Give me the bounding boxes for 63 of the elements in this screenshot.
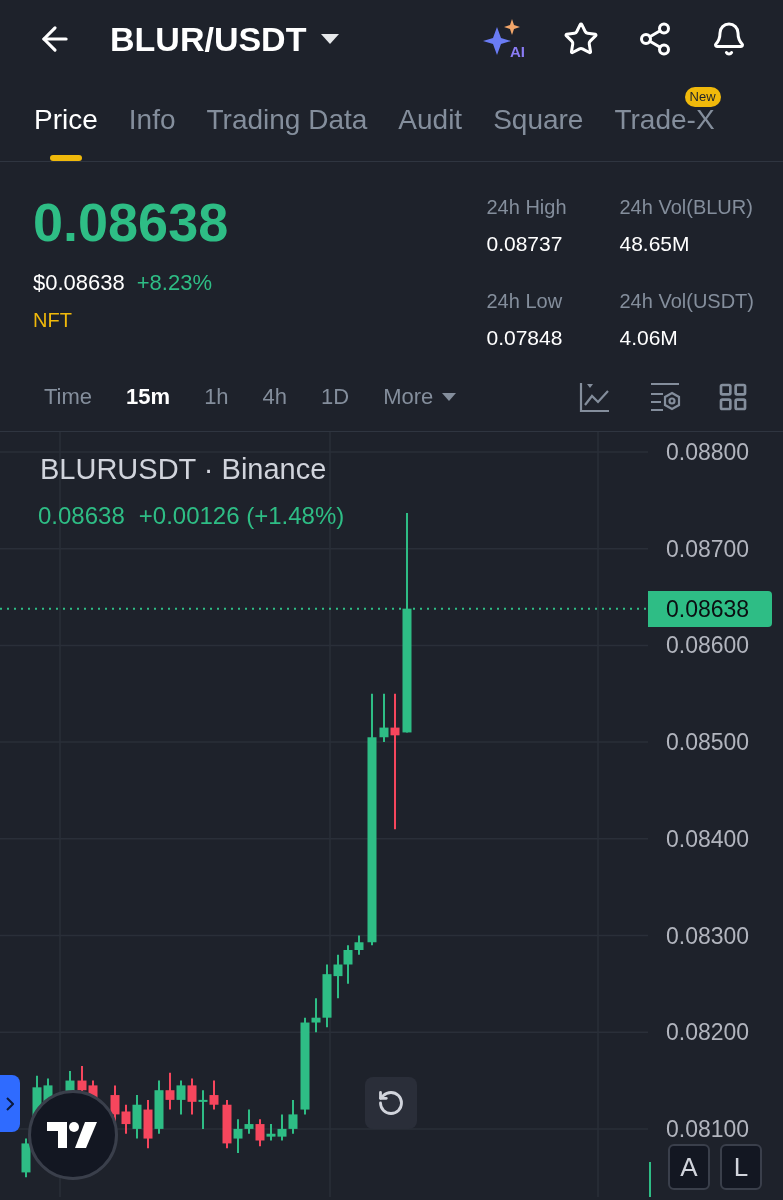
stat-label: 24h Low (486, 289, 564, 314)
last-price: 0.08638 (33, 192, 229, 252)
category-tag: NFT (33, 305, 229, 335)
stat-value: 0.07848 (486, 325, 564, 351)
candle (176, 1079, 186, 1116)
candle (143, 1098, 153, 1150)
scale-button[interactable]: A (668, 1144, 710, 1190)
chevron-right-icon (6, 1096, 14, 1111)
candle (333, 953, 343, 1000)
candle (244, 1108, 254, 1135)
scale-button[interactable]: L (720, 1144, 762, 1190)
candle (165, 1071, 175, 1111)
caret-icon (441, 391, 458, 402)
price-axis-label: 0.08800 (666, 438, 750, 466)
interval-tab[interactable]: 4h (262, 380, 288, 413)
side-panel-toggle[interactable] (0, 1075, 20, 1132)
stat-value: 0.08737 (486, 231, 564, 257)
interval-tab[interactable]: Time (44, 380, 93, 413)
stat-label: 24h High (486, 195, 568, 220)
tab[interactable]: Trading Data (206, 89, 368, 161)
candle (187, 1077, 197, 1116)
price-axis-label: 0.08500 (666, 728, 750, 757)
candle (209, 1079, 219, 1111)
active-tab-indicator (49, 155, 82, 161)
stat-value: 4.06M (619, 325, 679, 351)
tradingview-logo[interactable] (28, 1090, 118, 1180)
ohlc-change: +0.00126 (+1.48%) (138, 501, 345, 531)
stat-label: 24h Vol(BLUR) (619, 195, 754, 220)
interval-tab[interactable]: 1D (321, 380, 350, 413)
line-chart-icon[interactable] (579, 380, 611, 413)
candle (288, 1098, 298, 1135)
candle (233, 1118, 243, 1155)
ohlc-price: 0.08638 (38, 501, 125, 531)
stat-value: 48.65M (619, 231, 691, 257)
interval-tab[interactable]: 1h (204, 380, 229, 413)
reset-chart-button[interactable] (365, 1077, 417, 1129)
star-icon[interactable] (563, 21, 599, 57)
caret-icon[interactable] (320, 33, 341, 45)
price-axis-label: 0.08100 (666, 1114, 750, 1143)
candle (222, 1098, 232, 1150)
stat-label: 24h Vol(USDT) (619, 289, 754, 314)
price-axis-label: 0.08700 (666, 534, 750, 563)
usd-price: $0.08638 (33, 269, 125, 297)
new-badge: New (684, 87, 721, 107)
price-axis-label: 0.08200 (666, 1018, 750, 1047)
tab[interactable]: Info (128, 89, 176, 161)
share-icon[interactable] (637, 21, 673, 57)
price-change: +8.23% (136, 269, 212, 297)
candle (154, 1079, 164, 1135)
pair-title: BLUR/USDT (110, 18, 307, 60)
tab[interactable]: Price (34, 89, 98, 161)
interval-tab[interactable]: 15m (126, 380, 171, 413)
chart-symbol: BLURUSDT · Binance (40, 452, 327, 487)
bell-icon[interactable] (711, 21, 747, 57)
tab[interactable]: Audit (398, 89, 463, 161)
last-price-label: 0.08638 (648, 590, 772, 627)
price-axis-label: 0.08600 (666, 631, 750, 660)
reset-icon (377, 1089, 405, 1117)
more-dropdown[interactable]: More (383, 380, 458, 413)
price-axis-label: 0.08300 (666, 921, 750, 950)
tab[interactable]: Square (493, 89, 584, 161)
price-axis-label: 0.08400 (666, 824, 750, 853)
candle (198, 1089, 208, 1130)
